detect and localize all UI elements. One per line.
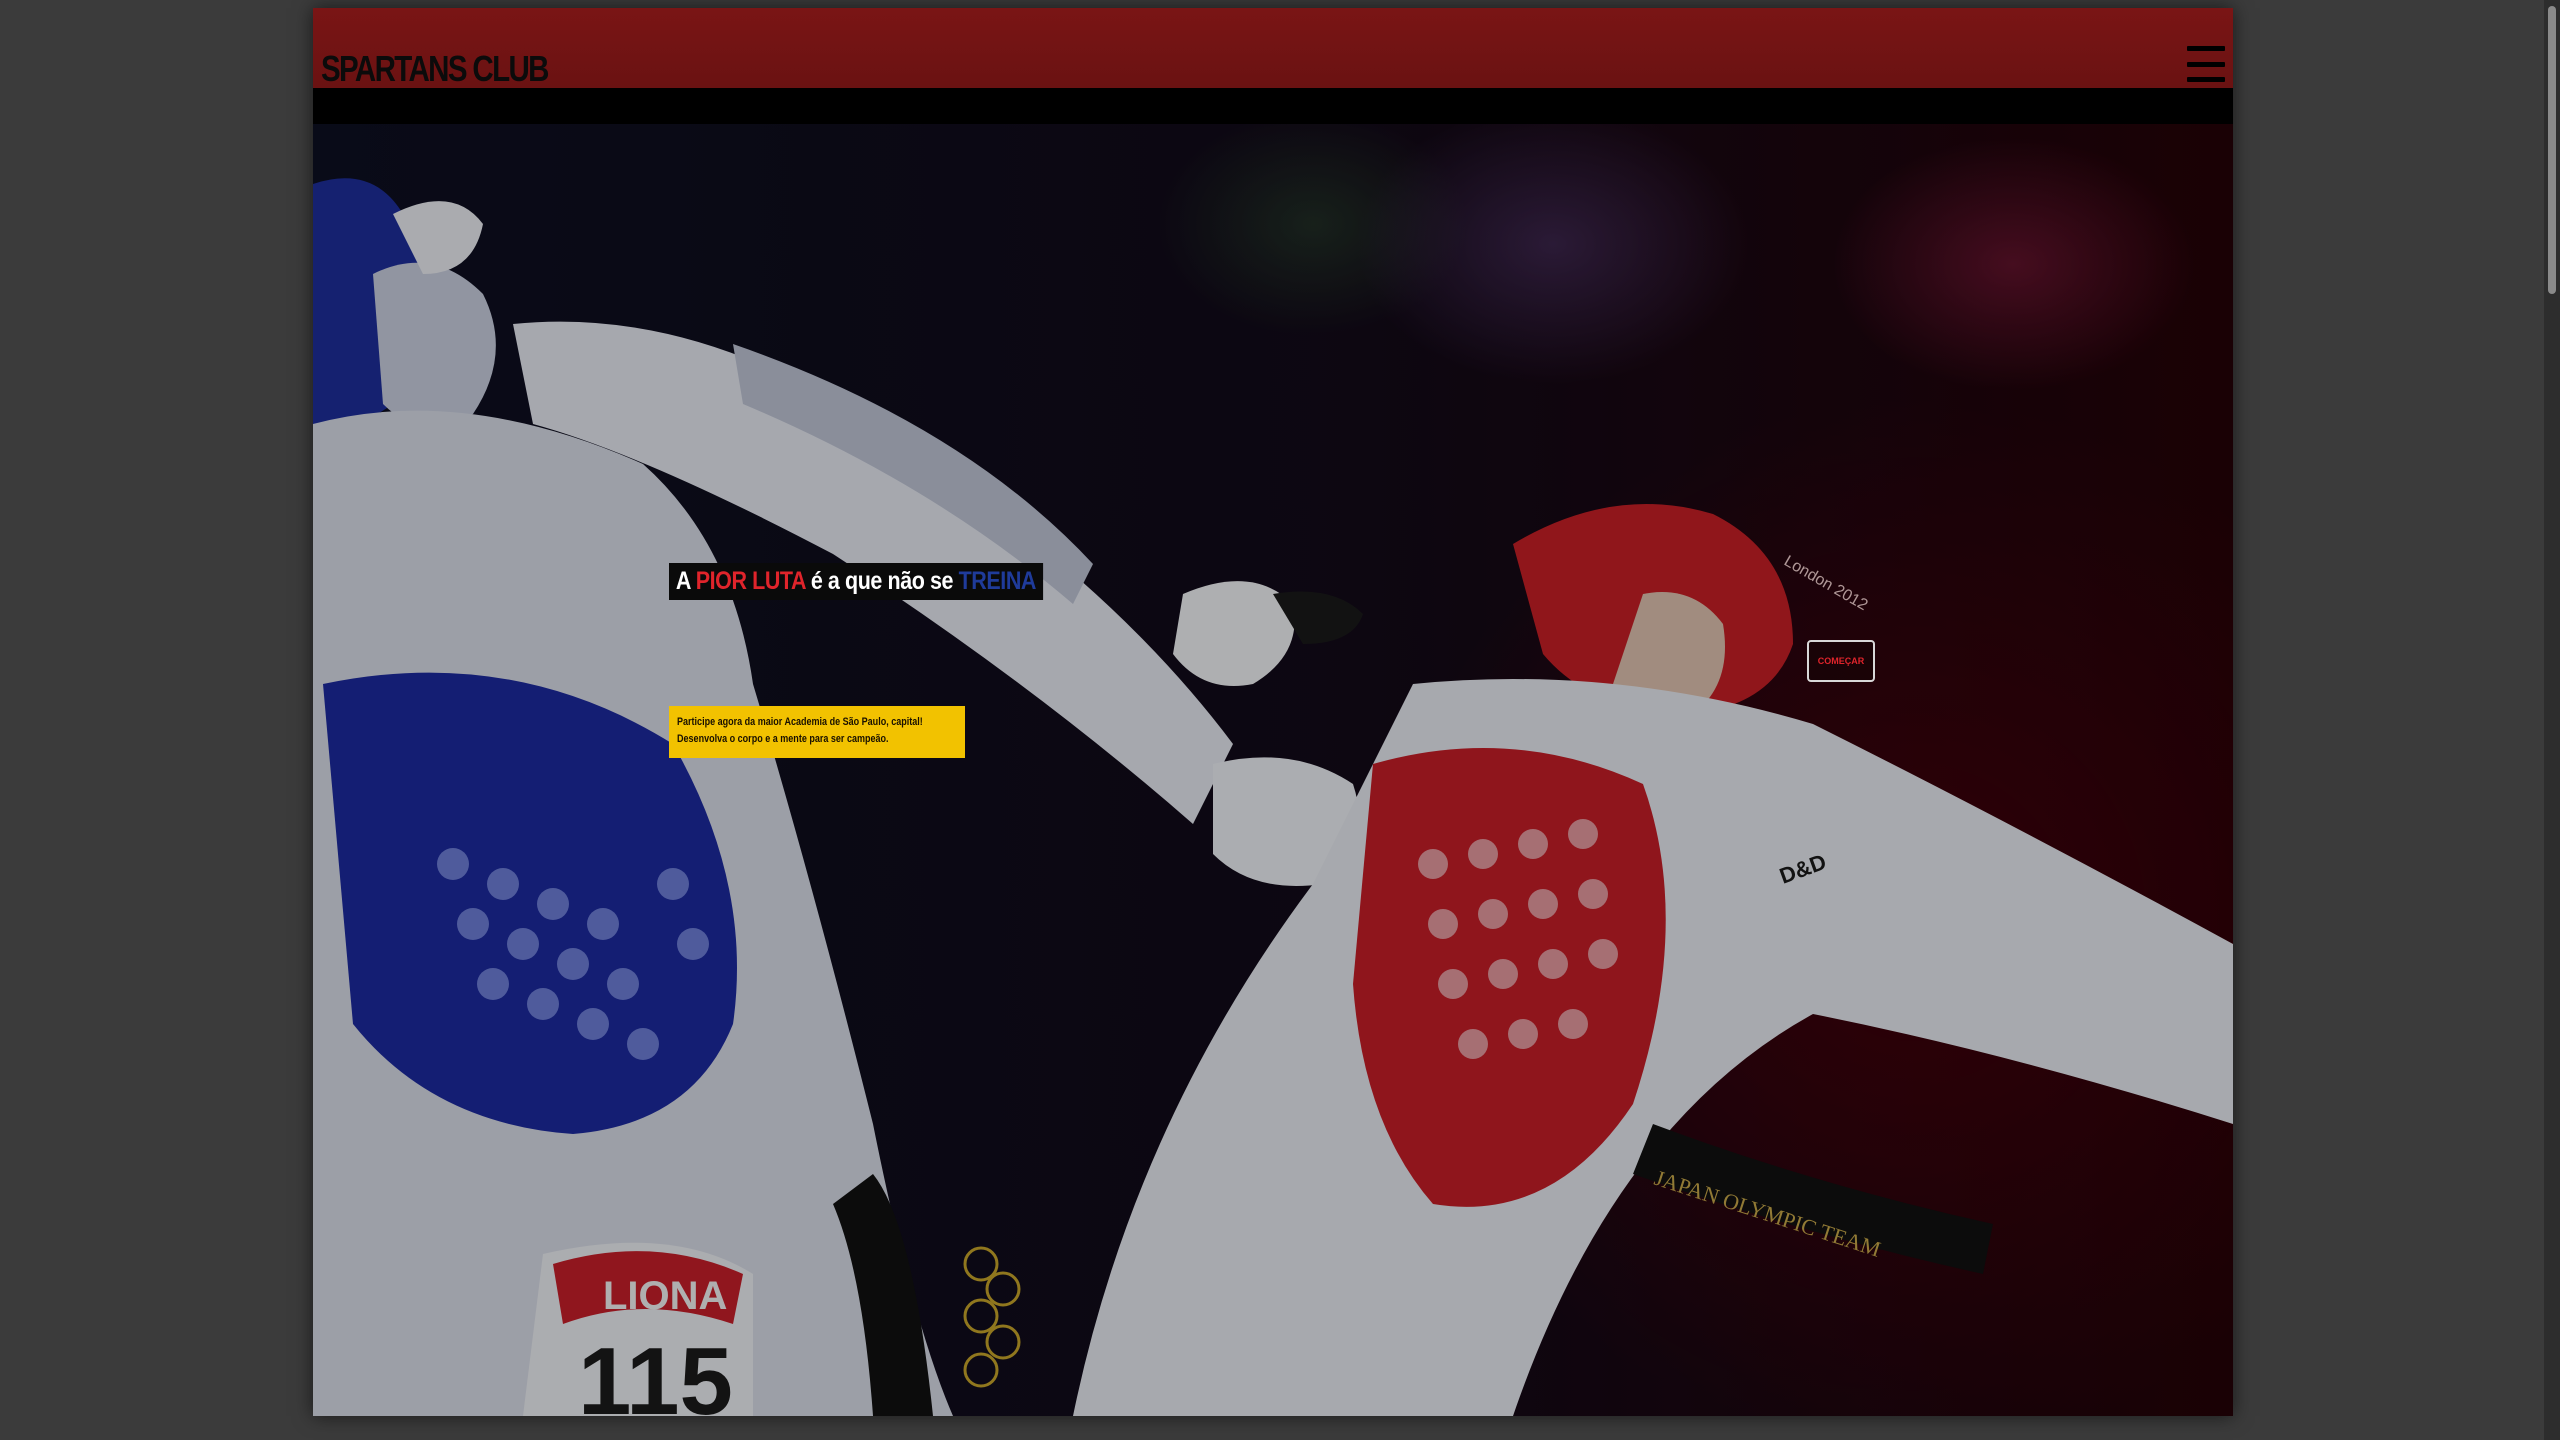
headline-part-3: é a que não se bbox=[805, 567, 959, 595]
hamburger-menu-icon[interactable] bbox=[2187, 46, 2225, 82]
headline-highlight-blue: TREINA bbox=[958, 567, 1037, 595]
start-button[interactable]: COMEÇAR bbox=[1807, 640, 1875, 682]
page-scrollbar[interactable] bbox=[2544, 0, 2560, 1440]
headline-part-1: A bbox=[675, 567, 696, 595]
brand-logo[interactable]: SPARTANS CLUB bbox=[321, 48, 550, 90]
scrollbar-thumb[interactable] bbox=[2548, 6, 2556, 294]
hero-subtitle: Participe agora da maior Academia de São… bbox=[669, 706, 965, 758]
hero-dark-overlay bbox=[313, 124, 2233, 1416]
hero-headline: A PIOR LUTA é a que não se TREINA bbox=[669, 563, 1043, 600]
subtitle-line-2: Desenvolva o corpo e a mente para ser ca… bbox=[677, 733, 889, 745]
headline-highlight-red: PIOR LUTA bbox=[695, 567, 806, 595]
hero-banner: LIONA 115 JAPAN OLYMPIC TEAM London 2012… bbox=[313, 124, 2233, 1416]
nav-spacer-bar bbox=[313, 88, 2233, 124]
top-navbar: SPARTANS CLUB bbox=[313, 8, 2233, 90]
page-container: SPARTANS CLUB LIONA 115 JAPAN OLYMPIC TE… bbox=[313, 8, 2233, 1416]
subtitle-line-1: Participe agora da maior Academia de São… bbox=[677, 716, 923, 728]
